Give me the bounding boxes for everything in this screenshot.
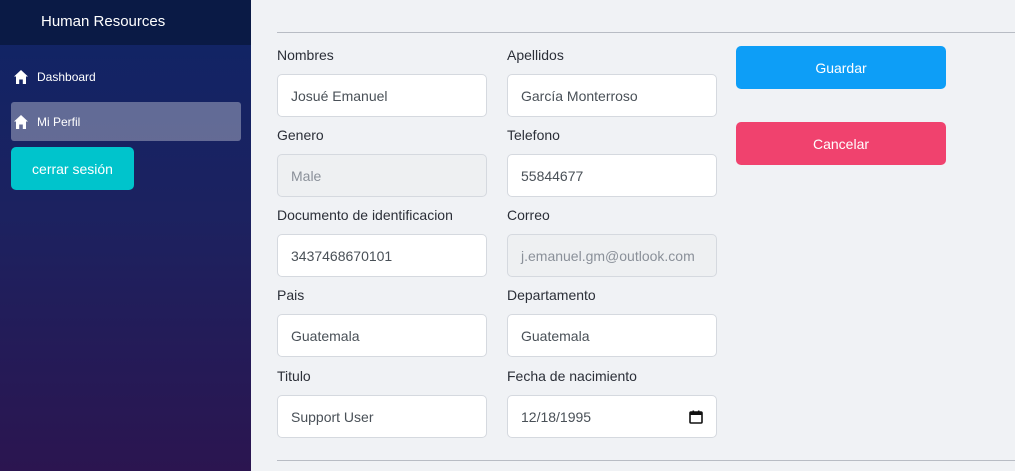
nombres-value: Josué Emanuel — [291, 87, 388, 104]
sidebar-nav: Dashboard Mi Perfil cerrar sesión — [0, 45, 251, 190]
titulo-input[interactable]: Support User — [277, 395, 487, 438]
fecha-label: Fecha de nacimiento — [507, 368, 637, 384]
genero-input: Male — [277, 154, 487, 197]
calendar-icon[interactable] — [689, 410, 703, 424]
genero-label: Genero — [277, 127, 324, 143]
sidebar-item-label: Mi Perfil — [37, 114, 81, 129]
apellidos-input[interactable]: García Monterroso — [507, 74, 717, 117]
home-icon — [13, 114, 29, 130]
nombres-label: Nombres — [277, 47, 334, 63]
sidebar: Human Resources Dashboard Mi Perfil cerr… — [0, 0, 251, 471]
fecha-input[interactable]: 12/18/1995 — [507, 395, 717, 438]
fecha-field: Fecha de nacimiento 12/18/1995 — [507, 368, 717, 438]
home-icon — [13, 69, 29, 85]
pais-field: Pais Guatemala — [277, 287, 487, 357]
pais-input[interactable]: Guatemala — [277, 314, 487, 357]
departamento-label: Departamento — [507, 287, 596, 303]
sidebar-item-label: Dashboard — [37, 69, 96, 84]
apellidos-field: Apellidos García Monterroso — [507, 47, 717, 117]
bottom-divider — [277, 460, 1015, 461]
pais-label: Pais — [277, 287, 305, 303]
nombres-input[interactable]: Josué Emanuel — [277, 74, 487, 117]
telefono-label: Telefono — [507, 127, 560, 143]
departamento-input[interactable]: Guatemala — [507, 314, 717, 357]
departamento-value: Guatemala — [521, 327, 590, 344]
correo-label: Correo — [507, 207, 550, 223]
documento-field: Documento de identificacion 343746867010… — [277, 207, 487, 277]
telefono-input[interactable]: 55844677 — [507, 154, 717, 197]
correo-field: Correo j.emanuel.gm@outlook.com — [507, 207, 717, 277]
pais-value: Guatemala — [291, 327, 360, 344]
telefono-field: Telefono 55844677 — [507, 127, 717, 197]
titulo-label: Titulo — [277, 368, 311, 384]
departamento-field: Departamento Guatemala — [507, 287, 717, 357]
correo-value: j.emanuel.gm@outlook.com — [521, 247, 695, 264]
apellidos-value: García Monterroso — [521, 87, 638, 104]
top-divider — [277, 32, 1015, 33]
titulo-value: Support User — [291, 408, 374, 425]
genero-value: Male — [291, 167, 322, 184]
apellidos-label: Apellidos — [507, 47, 564, 63]
nombres-field: Nombres Josué Emanuel — [277, 47, 487, 117]
fecha-value: 12/18/1995 — [521, 408, 592, 425]
correo-input: j.emanuel.gm@outlook.com — [507, 234, 717, 277]
telefono-value: 55844677 — [521, 167, 584, 184]
save-button[interactable]: Guardar — [736, 46, 946, 89]
sidebar-item-mi-perfil[interactable]: Mi Perfil — [11, 102, 241, 141]
logout-button[interactable]: cerrar sesión — [11, 147, 134, 190]
documento-input[interactable]: 3437468670101 — [277, 234, 487, 277]
cancel-button[interactable]: Cancelar — [736, 122, 946, 165]
genero-field: Genero Male — [277, 127, 487, 197]
sidebar-item-dashboard[interactable]: Dashboard — [11, 57, 241, 96]
documento-value: 3437468670101 — [291, 247, 393, 264]
documento-label: Documento de identificacion — [277, 207, 453, 223]
app-title: Human Resources — [0, 0, 251, 45]
titulo-field: Titulo Support User — [277, 368, 487, 438]
